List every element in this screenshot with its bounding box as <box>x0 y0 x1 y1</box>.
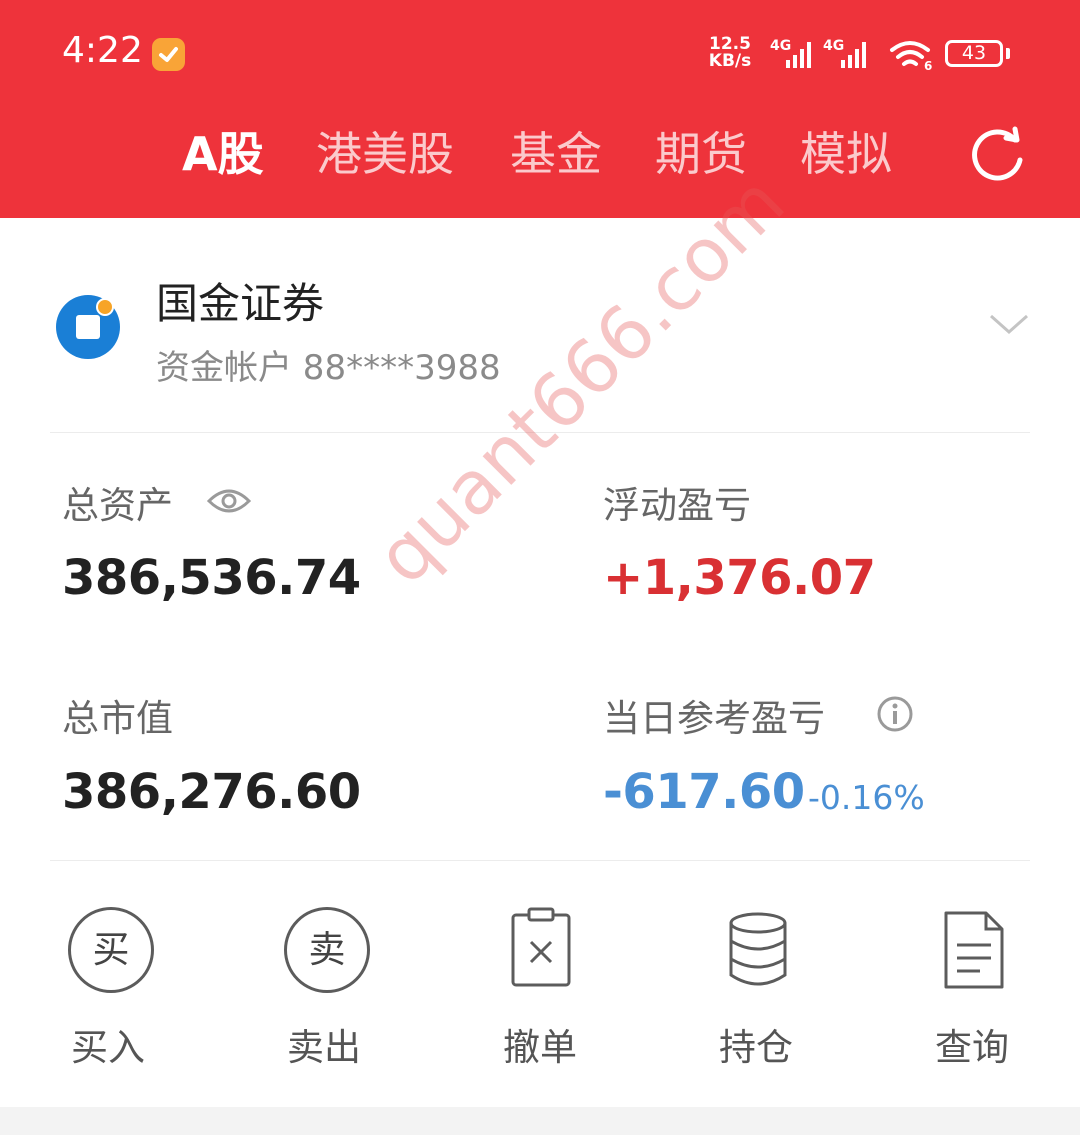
daily-pl-percent: -0.16% <box>808 778 925 817</box>
positions-icon <box>729 912 787 986</box>
refresh-icon[interactable] <box>966 124 1028 186</box>
status-time: 4:22 <box>62 30 143 71</box>
account-number: 资金帐户 88****3988 <box>156 348 501 388</box>
network-speed: 12.5 KB/s <box>708 34 752 71</box>
tab-simulation[interactable]: 模拟 <box>800 124 892 184</box>
daily-pl-label: 当日参考盈亏 <box>603 697 825 740</box>
cancel-order-label: 撤单 <box>503 1026 577 1069</box>
top-header: 4:22 12.5 KB/s 4G 4G 6 43 A股 港美股 基金 期货 模… <box>0 0 1080 218</box>
total-assets-label: 总资产 <box>62 484 173 527</box>
tab-funds[interactable]: 基金 <box>510 124 602 184</box>
floating-pl-label: 浮动盈亏 <box>603 484 751 527</box>
app-notification-icon <box>152 38 185 71</box>
eye-icon[interactable] <box>207 485 251 517</box>
battery-tip <box>1006 48 1010 59</box>
signal-icon: 4G <box>770 38 811 68</box>
daily-pl-value: -617.60 <box>603 764 805 820</box>
broker-logo-icon <box>56 295 120 359</box>
chevron-down-icon[interactable] <box>988 310 1030 338</box>
query-icon <box>944 911 1004 989</box>
battery-icon: 43 <box>945 40 1003 67</box>
divider <box>50 860 1030 861</box>
sell-icon: 卖 <box>282 905 370 997</box>
sell-button[interactable]: 卖 卖出 <box>264 905 384 1069</box>
svg-text:4G: 4G <box>770 38 791 54</box>
market-value-label: 总市值 <box>62 697 173 740</box>
tab-hk-us-stocks[interactable]: 港美股 <box>316 124 454 184</box>
positions-label: 持仓 <box>719 1026 793 1069</box>
cancel-order-button[interactable]: 撤单 <box>480 905 600 1069</box>
buy-button[interactable]: 买 买入 <box>48 905 168 1069</box>
query-button[interactable]: 查询 <box>912 905 1032 1069</box>
sell-label: 卖出 <box>287 1026 361 1069</box>
positions-button[interactable]: 持仓 <box>696 905 816 1069</box>
tab-a-shares[interactable]: A股 <box>182 124 264 184</box>
signal-icon: 4G <box>823 38 866 68</box>
buy-label: 买入 <box>71 1026 145 1069</box>
buy-icon: 买 <box>66 905 154 997</box>
svg-text:6: 6 <box>924 59 932 72</box>
cancel-order-icon <box>511 907 571 987</box>
market-value-value: 386,276.60 <box>62 764 361 820</box>
wifi-icon: 6 <box>890 41 932 72</box>
query-label: 查询 <box>935 1026 1009 1069</box>
broker-name: 国金证券 <box>156 279 325 328</box>
floating-pl-value: +1,376.07 <box>603 550 876 606</box>
svg-text:4G: 4G <box>823 38 844 54</box>
footer-band <box>0 1107 1080 1135</box>
total-assets-value: 386,536.74 <box>62 550 361 606</box>
info-icon[interactable] <box>876 695 914 733</box>
